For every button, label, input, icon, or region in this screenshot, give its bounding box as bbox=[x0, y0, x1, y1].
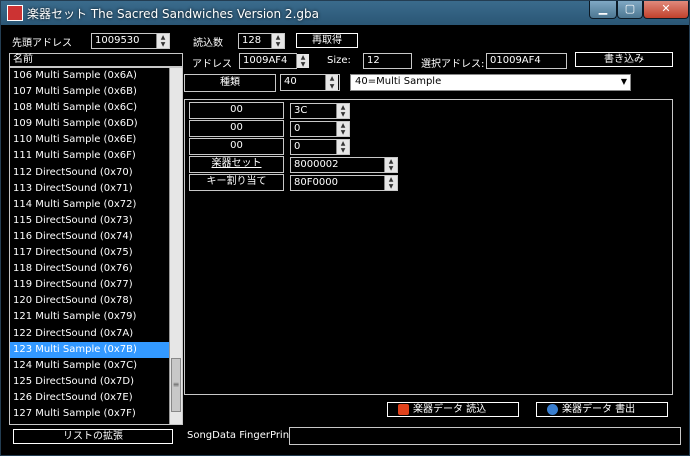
list-item[interactable]: 127 Multi Sample (0x7F) bbox=[10, 406, 182, 422]
spin-down-icon[interactable]: ▼ bbox=[337, 147, 349, 154]
fingerprint-label: SongData FingerPrint bbox=[187, 430, 293, 441]
export-button-label: 楽器データ 書出 bbox=[562, 404, 636, 415]
list-item[interactable]: 110 Multi Sample (0x6E) bbox=[10, 132, 182, 148]
list-items: 106 Multi Sample (0x6A) 107 Multi Sample … bbox=[10, 68, 182, 422]
list-item[interactable]: 124 Multi Sample (0x7C) bbox=[10, 358, 182, 374]
list-item[interactable]: 121 Multi Sample (0x79) bbox=[10, 309, 182, 325]
type-dropdown-value: 40=Multi Sample bbox=[355, 76, 442, 87]
spin-down-icon[interactable]: ▼ bbox=[337, 129, 349, 136]
list-item[interactable]: 116 DirectSound (0x74) bbox=[10, 229, 182, 245]
window-title: 楽器セット The Sacred Sandwiches Version 2.gb… bbox=[27, 7, 319, 21]
list-item[interactable]: 113 DirectSound (0x71) bbox=[10, 181, 182, 197]
write-button[interactable]: 書き込み bbox=[575, 52, 673, 67]
spin-up-icon[interactable]: ▲ bbox=[157, 34, 169, 41]
list-header: 名前 bbox=[9, 53, 183, 67]
instrument-list[interactable]: 106 Multi Sample (0x6A) 107 Multi Sample … bbox=[9, 67, 183, 425]
list-item[interactable]: 115 DirectSound (0x73) bbox=[10, 213, 182, 229]
list-item[interactable]: 107 Multi Sample (0x6B) bbox=[10, 84, 182, 100]
reload-button[interactable]: 再取得 bbox=[296, 33, 358, 48]
address-label: アドレス bbox=[192, 59, 232, 70]
app-icon bbox=[7, 5, 23, 21]
main-content: 先頭アドレス 1009530 ▲ ▼ 読込数 128 ▲ ▼ 再取得 アドレス … bbox=[9, 31, 683, 451]
expand-list-button[interactable]: リストの拡張 bbox=[13, 429, 173, 444]
row-value-spinner[interactable]: ▲ ▼ bbox=[384, 158, 397, 172]
list-item[interactable]: 125 DirectSound (0x7D) bbox=[10, 374, 182, 390]
head-address-label: 先頭アドレス bbox=[12, 38, 72, 49]
row-value-input[interactable]: 8000002 bbox=[290, 157, 398, 173]
spin-up-icon[interactable]: ▲ bbox=[337, 104, 349, 111]
list-item[interactable]: 108 Multi Sample (0x6C) bbox=[10, 100, 182, 116]
size-label: Size: bbox=[327, 55, 351, 66]
chevron-down-icon[interactable]: ▼ bbox=[621, 75, 627, 89]
list-scrollbar[interactable]: ≡ bbox=[169, 68, 182, 424]
detail-pane: 00 3C ▲ ▼ 00 0 ▲ ▼ 00 0 ▲ ▼ 楽器セット 8000002 ▲ ▼ キー割り当て 80F0… bbox=[184, 99, 673, 395]
spin-down-icon[interactable]: ▼ bbox=[326, 83, 338, 91]
spin-up-icon[interactable]: ▲ bbox=[337, 140, 349, 147]
spin-up-icon[interactable]: ▲ bbox=[297, 54, 309, 61]
list-item[interactable]: 120 DirectSound (0x78) bbox=[10, 293, 182, 309]
list-item[interactable]: 118 DirectSound (0x76) bbox=[10, 261, 182, 277]
list-item[interactable]: 117 DirectSound (0x75) bbox=[10, 245, 182, 261]
row-label: キー割り当て bbox=[189, 174, 284, 191]
import-button-label: 楽器データ 読込 bbox=[413, 404, 487, 415]
spin-down-icon[interactable]: ▼ bbox=[272, 41, 284, 48]
spin-up-icon[interactable]: ▲ bbox=[326, 75, 338, 83]
selected-address-value: 01009AF4 bbox=[486, 53, 567, 69]
list-item[interactable]: 123 Multi Sample (0x7B) bbox=[10, 341, 182, 358]
folder-open-icon bbox=[398, 404, 409, 415]
row-value-spinner[interactable]: ▲ ▼ bbox=[336, 122, 349, 136]
list-item[interactable]: 119 DirectSound (0x77) bbox=[10, 277, 182, 293]
import-button[interactable]: 楽器データ 読込 bbox=[387, 402, 519, 417]
address-input[interactable]: 1009AF4 bbox=[239, 53, 297, 69]
list-item[interactable]: 111 Multi Sample (0x6F) bbox=[10, 148, 182, 164]
spin-down-icon[interactable]: ▼ bbox=[337, 111, 349, 118]
spin-up-icon[interactable]: ▲ bbox=[385, 158, 397, 165]
app-window: 楽器セット The Sacred Sandwiches Version 2.gb… bbox=[0, 0, 690, 456]
size-value: 12 bbox=[363, 53, 412, 69]
list-item[interactable]: 112 DirectSound (0x70) bbox=[10, 165, 182, 181]
spin-down-icon[interactable]: ▼ bbox=[385, 165, 397, 172]
row-value-spinner[interactable]: ▲ ▼ bbox=[336, 104, 349, 118]
selected-address-label: 選択アドレス: bbox=[421, 59, 485, 70]
list-item[interactable]: 114 Multi Sample (0x72) bbox=[10, 197, 182, 213]
minimize-button[interactable]: ▁ bbox=[589, 1, 617, 19]
read-count-label: 読込数 bbox=[193, 38, 223, 49]
close-button[interactable]: ✕ bbox=[643, 1, 689, 19]
type-spinner[interactable]: ▲ ▼ bbox=[325, 75, 338, 90]
spin-down-icon[interactable]: ▼ bbox=[157, 41, 169, 48]
row-label: 00 bbox=[189, 102, 284, 119]
row-value-spinner[interactable]: ▲ ▼ bbox=[336, 140, 349, 154]
export-button[interactable]: 楽器データ 書出 bbox=[536, 402, 668, 417]
spin-up-icon[interactable]: ▲ bbox=[337, 122, 349, 129]
list-item[interactable]: 126 DirectSound (0x7E) bbox=[10, 390, 182, 406]
address-spinner[interactable]: ▲ ▼ bbox=[296, 54, 309, 68]
type-label: 種類 bbox=[184, 74, 276, 92]
title-bar[interactable]: 楽器セット The Sacred Sandwiches Version 2.gb… bbox=[1, 1, 690, 25]
spin-up-icon[interactable]: ▲ bbox=[272, 34, 284, 41]
save-icon bbox=[547, 404, 558, 415]
row-label: 00 bbox=[189, 120, 284, 137]
spin-down-icon[interactable]: ▼ bbox=[297, 61, 309, 68]
spin-up-icon[interactable]: ▲ bbox=[385, 176, 397, 183]
scroll-thumb[interactable]: ≡ bbox=[171, 358, 181, 412]
list-item[interactable]: 109 Multi Sample (0x6D) bbox=[10, 116, 182, 132]
row-label: 楽器セット bbox=[189, 156, 284, 173]
grip-icon: ≡ bbox=[172, 380, 180, 389]
list-item[interactable]: 122 DirectSound (0x7A) bbox=[10, 326, 182, 342]
read-count-spinner[interactable]: ▲ ▼ bbox=[271, 34, 284, 48]
head-address-spinner[interactable]: ▲ ▼ bbox=[156, 34, 169, 48]
maximize-button[interactable]: ▢ bbox=[617, 1, 643, 19]
fingerprint-field[interactable] bbox=[289, 427, 681, 445]
type-dropdown[interactable]: 40=Multi Sample ▼ bbox=[350, 74, 631, 91]
row-label: 00 bbox=[189, 138, 284, 155]
row-value-input[interactable]: 80F0000 bbox=[290, 175, 398, 191]
row-value-spinner[interactable]: ▲ ▼ bbox=[384, 176, 397, 190]
spin-down-icon[interactable]: ▼ bbox=[385, 183, 397, 190]
list-item[interactable]: 106 Multi Sample (0x6A) bbox=[10, 68, 182, 84]
